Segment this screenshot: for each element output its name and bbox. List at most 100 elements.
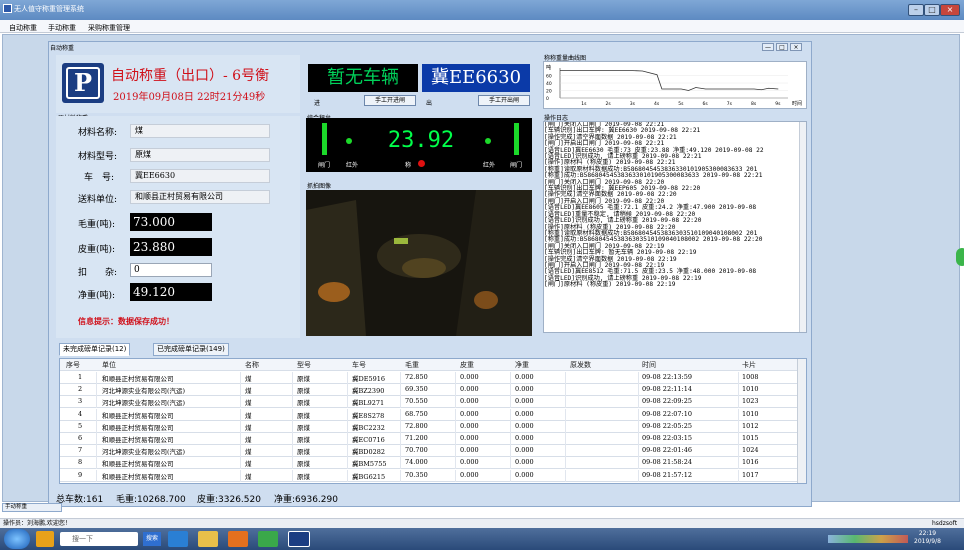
cell-divider <box>400 445 401 458</box>
cell-divider <box>96 445 97 458</box>
side-floating-widget[interactable] <box>956 248 964 266</box>
clock-time: 22:19 <box>918 530 937 537</box>
chart-y-tick: 40 <box>546 81 552 87</box>
table-row[interactable]: 8 和顺县正村贸易有限公司 煤 原煤 冀BM5755 74.000 0.000 0.000 09… <box>60 457 797 470</box>
taskbar-search-input[interactable]: 搜一下 <box>60 532 138 546</box>
child-close-button[interactable]: × <box>790 43 802 51</box>
cell-divider <box>565 384 566 397</box>
column-header[interactable]: 皮重 <box>460 360 474 370</box>
deduct-input[interactable]: 0 <box>130 263 212 277</box>
tab-completed[interactable]: 已完成磅单记录(149) <box>153 343 229 356</box>
table-cell: 冀DE5916 <box>352 375 385 383</box>
child-maximize-button[interactable]: □ <box>776 43 788 51</box>
cell-divider <box>240 372 241 384</box>
ie-icon[interactable] <box>168 531 188 547</box>
column-header[interactable]: 毛重 <box>405 360 419 370</box>
chrome-icon[interactable] <box>258 531 278 547</box>
menu-auto-weigh[interactable]: 自动称重 <box>9 23 37 33</box>
cell-divider <box>347 469 348 482</box>
table-row[interactable]: 4 和顺县正村贸易有限公司 煤 原煤 冀E8S278 68.750 0.000 0.000 09… <box>60 408 797 421</box>
media-player-icon[interactable] <box>228 531 248 547</box>
column-header[interactable]: 时间 <box>642 360 656 370</box>
table-cell: 0.000 <box>460 458 479 467</box>
table-row[interactable]: 6 和顺县正村贸易有限公司 煤 原煤 冀EC0716 71.200 0.000 0.000 09… <box>60 433 797 445</box>
left-ir-label: 红外 <box>346 162 359 169</box>
plate-field[interactable]: 冀EE6630 <box>130 169 270 183</box>
maximize-button[interactable]: □ <box>924 4 940 16</box>
table-cell: 和顺县正村贸易有限公司 <box>102 411 174 420</box>
total-gross: 毛重:10268.700 <box>116 495 186 505</box>
browser-360-icon[interactable] <box>36 531 54 547</box>
open-exit-gate-button[interactable]: 手工开出闸 <box>478 95 530 106</box>
table-cell: 09-08 22:03:15 <box>642 434 692 442</box>
close-button[interactable]: × <box>940 4 960 16</box>
table-cell: 0.000 <box>460 373 479 381</box>
menu-manual-weigh[interactable]: 手动称重 <box>48 23 76 33</box>
exit-plate-display: 冀EE6630 <box>422 64 530 92</box>
cell-divider <box>638 372 639 384</box>
table-cell: 原煤 <box>297 460 310 469</box>
cell-divider <box>510 372 511 384</box>
minimized-window-tab[interactable]: 手动称重 <box>2 503 62 512</box>
system-tray-icons[interactable] <box>828 535 908 543</box>
cell-divider <box>738 445 739 458</box>
log-scrollbar[interactable] <box>799 122 806 332</box>
column-header[interactable]: 车号 <box>352 360 366 370</box>
column-header[interactable]: 名称 <box>245 360 259 370</box>
column-header[interactable]: 净重 <box>515 360 529 370</box>
cell-divider <box>510 384 511 397</box>
table-cell: 0.000 <box>515 421 534 430</box>
column-header[interactable]: 单位 <box>102 360 116 370</box>
table-row[interactable]: 1 和顺县正村贸易有限公司 煤 原煤 冀DE5916 72.850 0.000 0.000 09… <box>60 372 797 384</box>
child-minimize-button[interactable]: — <box>762 43 774 51</box>
cell-divider <box>565 420 566 433</box>
table-row[interactable]: 9 和顺县正村贸易有限公司 煤 原煤 冀BG6215 70.350 0.000 0.000 09… <box>60 469 797 482</box>
log-entry: [闸门]原材料 (称皮重) 2019-09-08 22:19 <box>544 281 676 289</box>
folder-icon[interactable] <box>198 531 218 547</box>
table-cell: 09-08 21:58:24 <box>642 458 692 467</box>
cell-divider <box>738 384 739 397</box>
minimize-button[interactable]: – <box>908 4 924 16</box>
table-cell: 1 <box>78 373 83 381</box>
cell-divider <box>455 469 456 482</box>
start-button[interactable] <box>4 529 30 549</box>
table-cell: 0.000 <box>460 421 479 430</box>
column-header[interactable]: 型号 <box>297 360 311 370</box>
table-cell: 09-08 22:01:46 <box>642 446 692 455</box>
supplier-field[interactable]: 和顺县正村贸易有限公司 <box>130 190 270 204</box>
weighing-app-task-icon[interactable] <box>288 531 310 547</box>
table-row[interactable]: 5 和顺县正村贸易有限公司 煤 原煤 冀BC2232 72.800 0.000 0.000 09… <box>60 420 797 433</box>
table-scrollbar[interactable] <box>797 359 806 483</box>
material-type-field[interactable]: 原煤 <box>130 148 270 162</box>
table-row[interactable]: 3 河北坤源实业有限公司(汽运) 煤 原煤 冀BL9271 70.550 0.000 0.00… <box>60 396 797 409</box>
taskbar-clock[interactable]: 22:19 2019/9/8 <box>914 530 941 546</box>
column-header[interactable]: 卡片 <box>742 360 756 370</box>
material-name-field[interactable]: 煤 <box>130 124 270 138</box>
table-cell: 7 <box>78 446 83 455</box>
open-entry-gate-button[interactable]: 手工开进闸 <box>364 95 416 106</box>
table-cell: 冀BC2232 <box>352 423 385 432</box>
entry-led-display: 暂无车辆 <box>308 64 418 92</box>
tare-weight-display: 23.880 <box>130 238 212 256</box>
table-row[interactable]: 7 河北坤源实业有限公司(汽运) 煤 原煤 冀BD0282 70.700 0.000 0.00… <box>60 445 797 458</box>
column-header[interactable]: 原发数 <box>570 360 591 370</box>
cell-divider <box>565 445 566 458</box>
column-header[interactable]: 序号 <box>66 360 80 370</box>
table-row[interactable]: 2 河北坤源实业有限公司(汽运) 煤 原煤 冀BZ2390 69.350 0.000 0.00… <box>60 384 797 397</box>
parking-icon: P <box>66 67 100 99</box>
cell-divider <box>400 457 401 470</box>
cell-divider <box>292 457 293 470</box>
exit-label: 出 <box>426 100 433 107</box>
cell-divider <box>347 445 348 458</box>
menu-purchase-manage[interactable]: 采购称重管理 <box>88 23 130 33</box>
cell-divider <box>638 457 639 470</box>
operation-log[interactable]: [闸门]关闭入口闸门 2019-09-08 22:21 [车辆识别]出口车牌: 冀… <box>543 121 807 333</box>
table-cell: 3 <box>78 397 83 406</box>
table-cell: 和顺县正村贸易有限公司 <box>102 460 174 469</box>
cell-divider <box>638 384 639 397</box>
taskbar-search-button[interactable]: 搜索 <box>143 532 161 546</box>
cell-divider <box>638 408 639 421</box>
tab-incomplete[interactable]: 未完成磅单记录(12) <box>59 343 131 356</box>
cell-divider <box>738 396 739 409</box>
table-cell: 68.750 <box>405 409 428 418</box>
